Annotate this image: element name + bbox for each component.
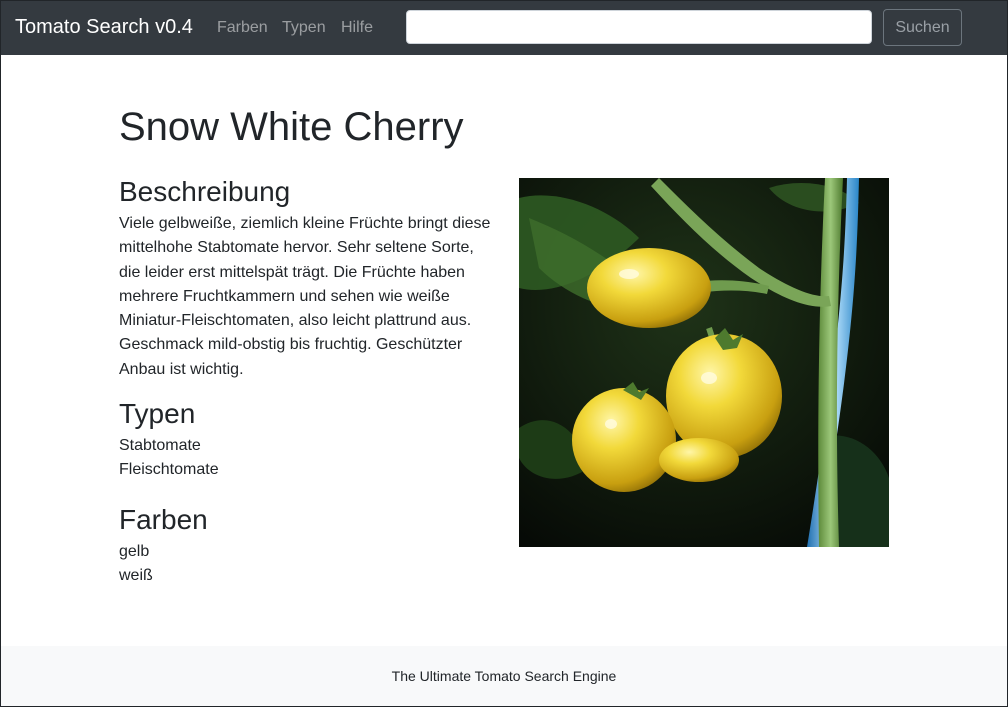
navbar: Tomato Search v0.4 Farben Typen Hilfe Su… [1,1,1007,55]
types-heading: Typen [119,398,196,430]
colors-heading: Farben [119,504,208,536]
type-item: Stabtomate [119,437,201,455]
color-item: weiß [119,567,153,585]
nav-link-hilfe[interactable]: Hilfe [341,18,373,38]
types-list: Stabtomate Fleischtomate [119,434,494,482]
color-item: gelb [119,543,150,561]
tomato-photo [519,178,889,547]
colors-list: gelb weiß [119,540,494,588]
nav-link-typen[interactable]: Typen [282,18,326,38]
description-text: Viele gelbweiße, ziemlich kleine Früchte… [119,215,491,378]
footer: The Ultimate Tomato Search Engine [1,646,1007,706]
search-input[interactable] [406,10,872,44]
brand-link[interactable]: Tomato Search v0.4 [15,14,193,40]
page-frame: Tomato Search v0.4 Farben Typen Hilfe Su… [0,0,1008,707]
tomato-photo-image [519,178,889,547]
type-item: Fleischtomate [119,461,219,479]
tomato-details: Beschreibung Viele gelbweiße, ziemlich k… [119,174,494,588]
page-title: Snow White Cherry [119,105,464,149]
search-button[interactable]: Suchen [883,9,962,46]
footer-text: The Ultimate Tomato Search Engine [391,668,617,684]
nav-link-farben[interactable]: Farben [217,18,268,38]
description-heading: Beschreibung [119,176,291,207]
